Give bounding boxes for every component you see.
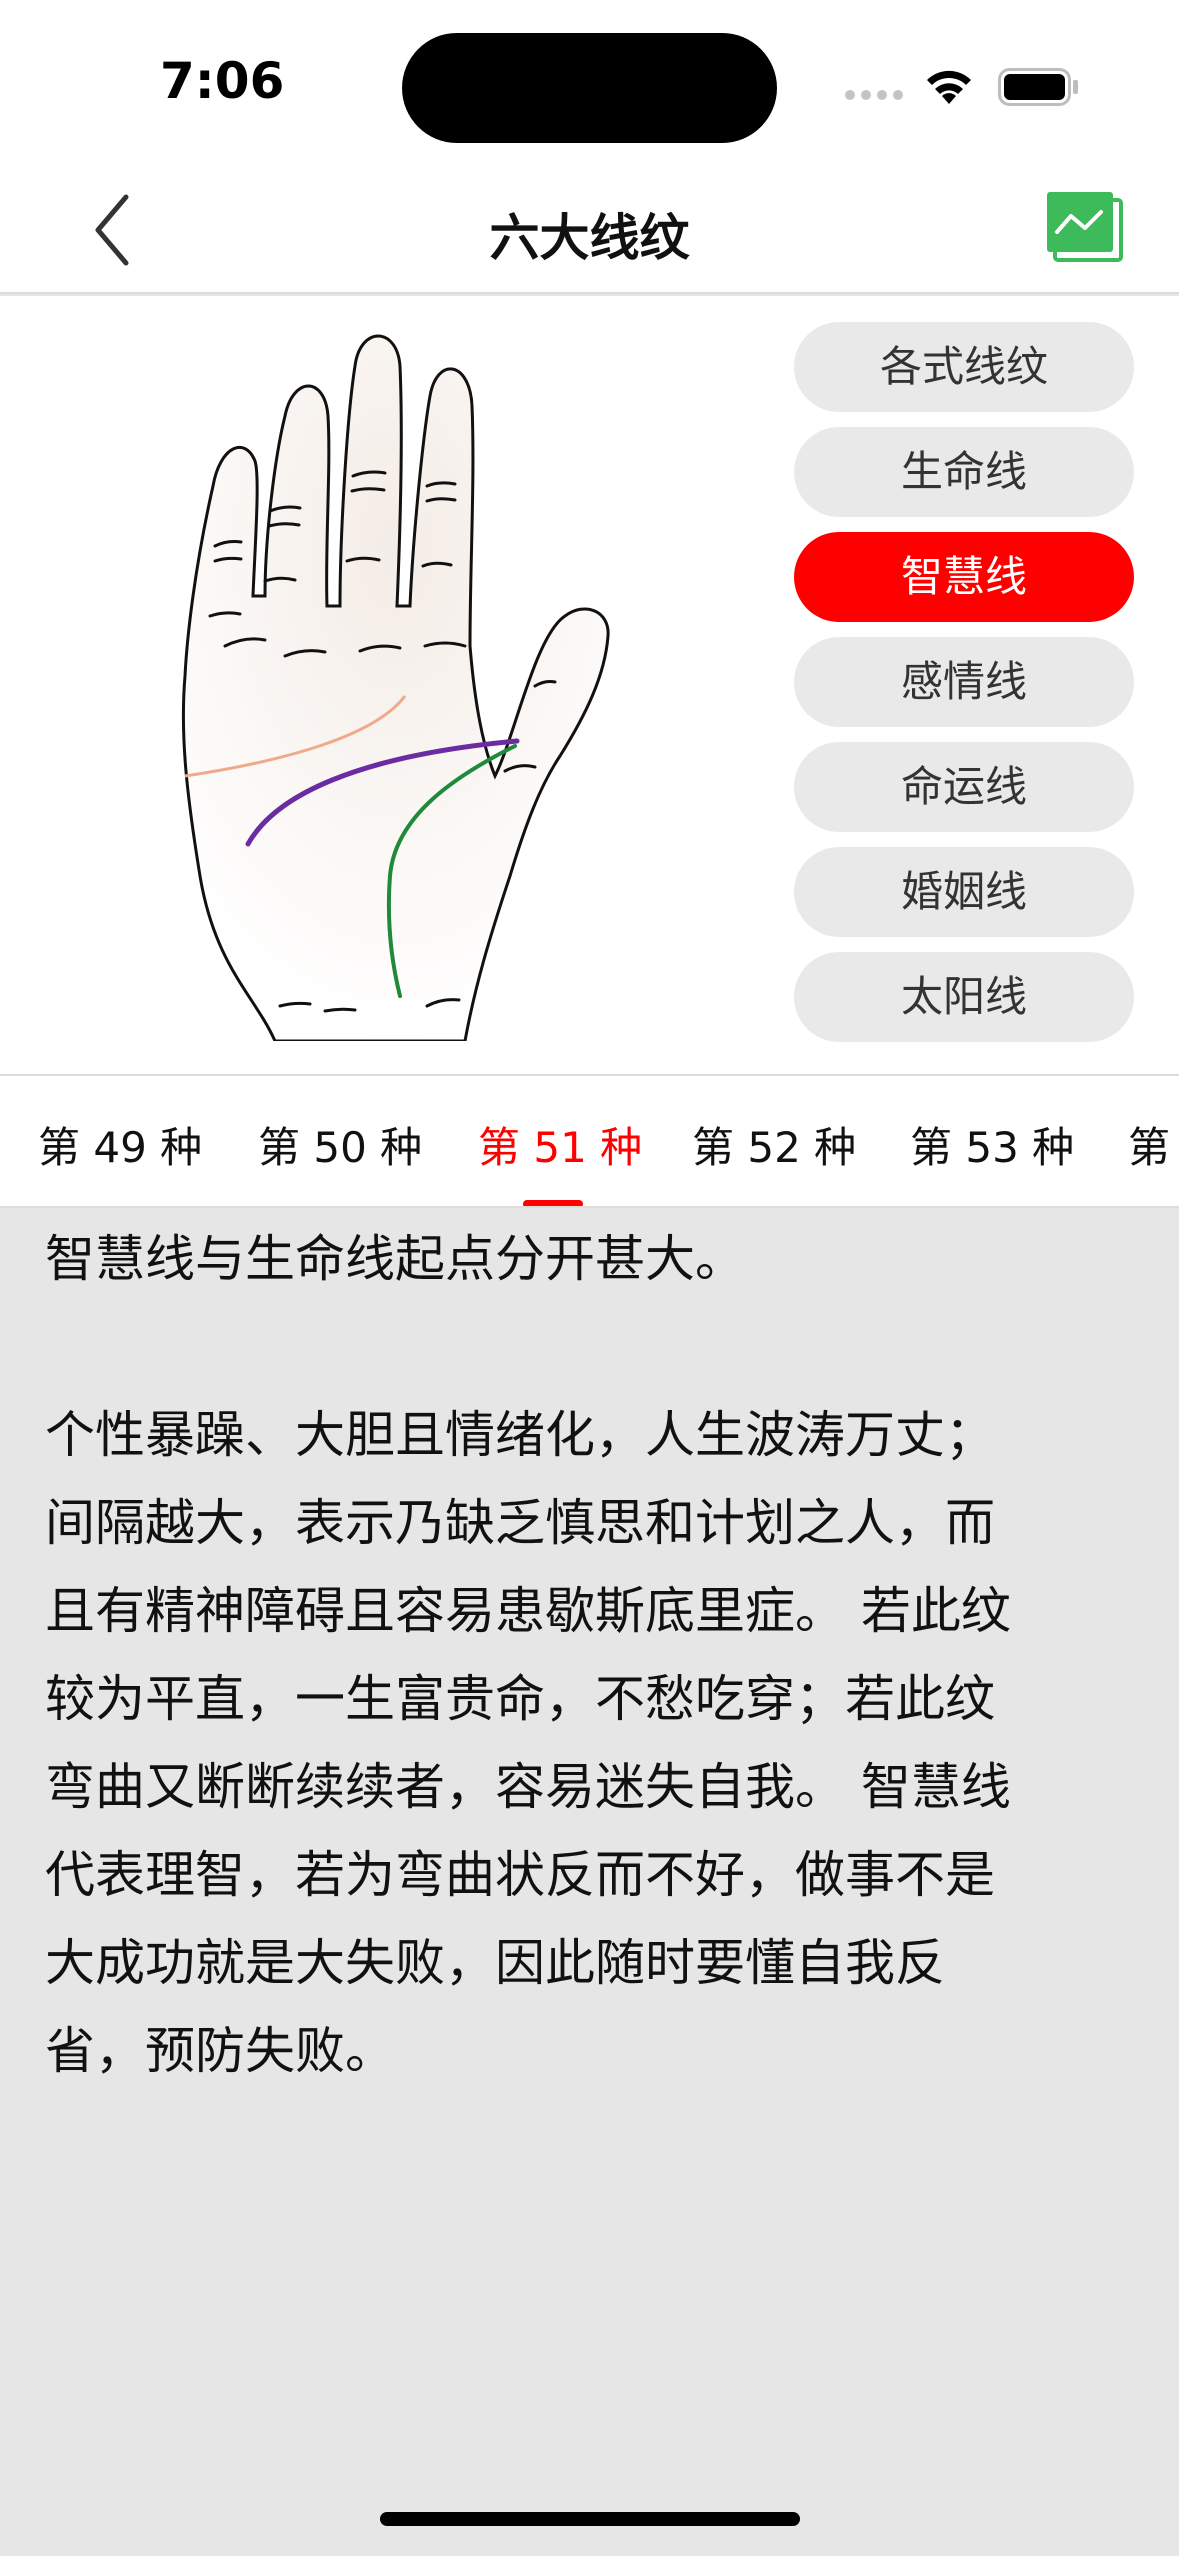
line-type-marriage[interactable]: 婚姻线 (794, 847, 1134, 937)
description-line: 且有精神障碍且容易患歇斯底里症。 若此纹 (45, 1582, 1011, 1640)
line-type-fate[interactable]: 命运线 (794, 742, 1134, 832)
line-chart-icon[interactable] (1045, 190, 1125, 264)
battery-icon (998, 68, 1078, 106)
description-line: 大成功就是大失败，因此随时要懂自我反 (45, 1934, 945, 1992)
page-title: 六大线纹 (489, 209, 690, 267)
status-bar: 7:06 (0, 0, 1179, 160)
description-text: 智慧线与生命线起点分开甚大。 个性暴躁、大胆且情绪化，人生波涛万丈； 间隔越大，… (45, 1215, 1135, 2095)
line-type-emotion[interactable]: 感情线 (794, 637, 1134, 727)
tab-variant-50[interactable]: 第 50 种 (258, 1114, 422, 1175)
line-type-wisdom[interactable]: 智慧线 (794, 532, 1134, 622)
description-line: 弯曲又断断续续者，容易迷失自我。 智慧线 (45, 1758, 1011, 1816)
navigation-bar: 六大线纹 (0, 160, 1179, 294)
description-line: 代表理智，若为弯曲状反而不好，做事不是 (45, 1846, 995, 1904)
line-type-life[interactable]: 生命线 (794, 427, 1134, 517)
tab-variant-52[interactable]: 第 52 种 (692, 1114, 856, 1175)
palm-illustration (181, 334, 610, 1041)
tab-variant-51[interactable]: 第 51 种 (478, 1114, 642, 1175)
status-time: 7:06 (160, 52, 285, 110)
tab-variant-53[interactable]: 第 53 种 (910, 1114, 1074, 1175)
tab-variant-next[interactable]: 第 (1128, 1114, 1170, 1175)
dynamic-island (402, 33, 777, 143)
home-indicator[interactable] (380, 2512, 800, 2526)
description-line: 间隔越大，表示乃缺乏慎思和计划之人，而 (45, 1494, 995, 1552)
tab-variant-49[interactable]: 第 49 种 (38, 1114, 202, 1175)
cellular-signal-icon (845, 90, 905, 104)
active-tab-indicator (523, 1200, 583, 1206)
description-line: 较为平直，一生富贵命，不愁吃穿；若此纹 (45, 1670, 995, 1728)
line-type-sun[interactable]: 太阳线 (794, 952, 1134, 1042)
line-type-various[interactable]: 各式线纹 (794, 322, 1134, 412)
description-line: 省，预防失败。 (45, 2022, 395, 2080)
palm-section: 各式线纹 生命线 智慧线 感情线 命运线 婚姻线 太阳线 (0, 296, 1179, 1074)
wifi-icon (927, 70, 971, 104)
description-intro: 智慧线与生命线起点分开甚大。 (45, 1230, 745, 1288)
line-type-menu: 各式线纹 生命线 智慧线 感情线 命运线 婚姻线 太阳线 (794, 322, 1134, 1057)
variant-tab-bar: 第 49 种 第 50 种 第 51 种 第 52 种 第 53 种 第 (0, 1074, 1179, 1208)
description-line: 个性暴躁、大胆且情绪化，人生波涛万丈； (45, 1406, 995, 1464)
